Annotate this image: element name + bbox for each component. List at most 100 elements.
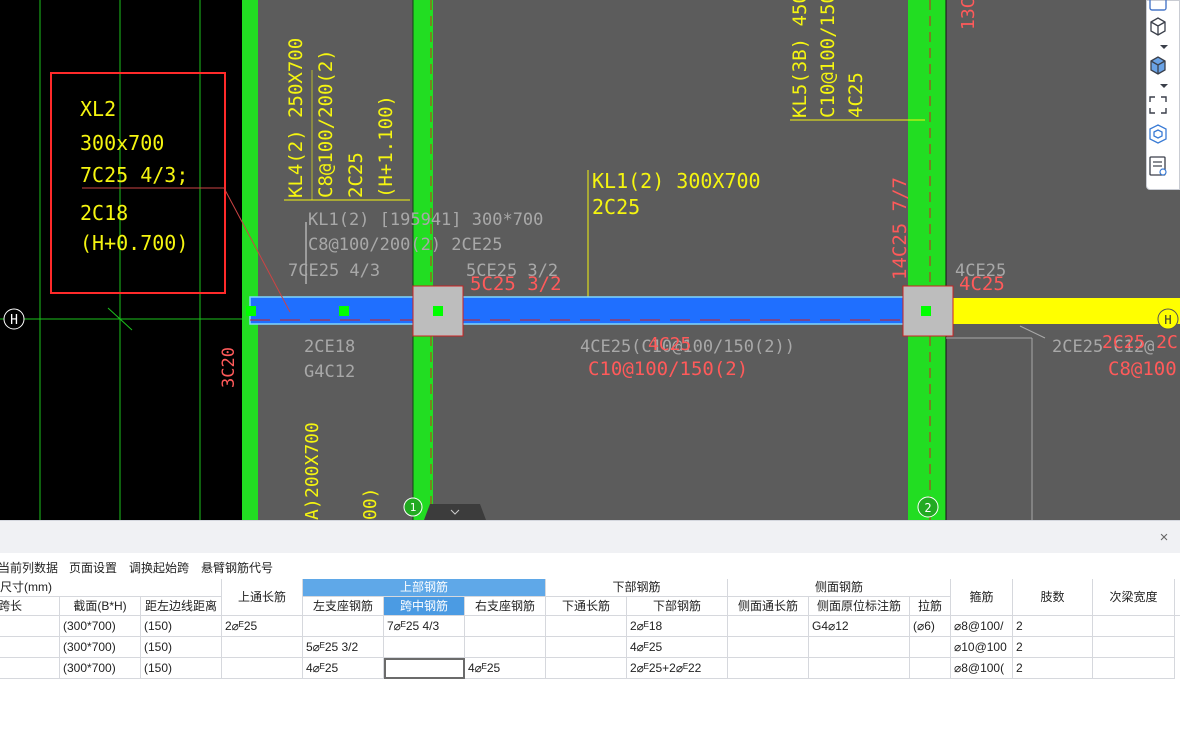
table-cell-mid-span[interactable] — [384, 658, 465, 679]
table-cell-stirrup[interactable]: ⌀10@100 — [951, 637, 1013, 658]
axis-bubble-h-right[interactable]: H — [1157, 308, 1179, 330]
table-cell-secondary[interactable] — [1093, 637, 1175, 658]
table-cell-side-through[interactable] — [728, 637, 809, 658]
header-stirrup[interactable]: 箍筋 — [951, 579, 1013, 616]
header-mid-span[interactable]: 跨中钢筋 — [384, 597, 465, 616]
cad-canvas[interactable]: H H 1 2 XL2 300x700 7C25 4/3; 2C18 (H+0.… — [0, 0, 1180, 520]
header-bottom-bars[interactable]: 下部钢筋 — [627, 597, 728, 616]
chevron-down-icon[interactable] — [1160, 45, 1168, 49]
header-top-rebar[interactable]: 上部钢筋 — [303, 579, 546, 597]
3d-view-icon[interactable] — [1147, 0, 1169, 15]
cube-outline-icon[interactable] — [1147, 15, 1169, 37]
table-cell-bottom-through[interactable] — [546, 637, 627, 658]
label-partial: 00) — [360, 487, 381, 520]
header-bottom-through[interactable]: 下通长筋 — [546, 597, 627, 616]
column-axis-1[interactable] — [413, 0, 433, 520]
table-cell-span[interactable] — [0, 637, 60, 658]
table-cell-side-original[interactable] — [809, 637, 910, 658]
table-cell-tie[interactable] — [910, 637, 951, 658]
grip-point[interactable] — [433, 306, 443, 316]
label-c10-red: C10@100/150(2) — [588, 358, 748, 380]
label-7ce25: 7CE25 4/3 — [288, 261, 380, 281]
header-tie[interactable]: 拉筋 — [910, 597, 951, 616]
header-legs[interactable]: 肢数 — [1013, 579, 1093, 616]
header-bottom-rebar[interactable]: 下部钢筋 — [546, 579, 728, 597]
table-cell-legs[interactable]: 2 — [1013, 658, 1093, 679]
table-cell-top-through[interactable]: 2⌀ᴱ25 — [222, 616, 303, 637]
cube-solid-icon[interactable] — [1147, 54, 1169, 76]
fit-view-icon[interactable] — [1147, 94, 1169, 116]
axis-2-label: 2 — [924, 501, 931, 515]
header-span-length[interactable]: 跨长 — [0, 597, 60, 616]
table-cell-span[interactable] — [0, 658, 60, 679]
table-cell-right-support[interactable] — [465, 637, 546, 658]
grip-point[interactable] — [246, 306, 256, 316]
table-cell-right-support[interactable]: 4⌀ᴱ25 — [465, 658, 546, 679]
column-left[interactable] — [242, 0, 258, 520]
table-cell-right-support[interactable] — [465, 616, 546, 637]
table-cell-bottom-bars[interactable]: 2⌀ᴱ25+2⌀ᴱ22 — [627, 658, 728, 679]
table-cell-bottom-bars[interactable]: 4⌀ᴱ25 — [627, 637, 728, 658]
table-cell-side-through[interactable] — [728, 658, 809, 679]
table-cell-side-through[interactable] — [728, 616, 809, 637]
header-right-support[interactable]: 右支座钢筋 — [465, 597, 546, 616]
label-5c25-red: 5C25 3/2 — [470, 273, 562, 295]
table-cell-secondary[interactable] — [1093, 658, 1175, 679]
header-side-through[interactable]: 侧面通长筋 — [728, 597, 809, 616]
label-c8-red-right: C8@100(2 — [1108, 358, 1180, 380]
header-top-through[interactable]: 上通长筋 — [222, 579, 303, 616]
table-cell-edge[interactable]: (150) — [141, 637, 222, 658]
grip-point[interactable] — [921, 306, 931, 316]
table-cell-mid-span[interactable]: 7⌀ᴱ25 4/3 — [384, 616, 465, 637]
table-cell-left-support[interactable]: 4⌀ᴱ25 — [303, 658, 384, 679]
header-side-rebar[interactable]: 侧面钢筋 — [728, 579, 951, 597]
axis-bubble-1[interactable]: 1 — [403, 497, 423, 517]
column-axis-2[interactable] — [908, 0, 946, 520]
table-cell-legs[interactable]: 2 — [1013, 637, 1093, 658]
table-cell-bottom-through[interactable] — [546, 616, 627, 637]
cad-drawing-viewport[interactable]: H H 1 2 XL2 300x700 7C25 4/3; 2C18 (H+0.… — [0, 0, 1180, 520]
table-cell-left-support[interactable]: 5⌀ᴱ25 3/2 — [303, 637, 384, 658]
axis-bubble-2[interactable]: 2 — [917, 496, 939, 518]
table-cell-tie[interactable] — [910, 658, 951, 679]
table-cell-section[interactable]: (300*700) — [60, 658, 141, 679]
table-cell-tie[interactable]: (⌀6) — [910, 616, 951, 637]
menu-page-setup[interactable]: 页面设置 — [69, 559, 117, 576]
table-cell-side-original[interactable]: G4⌀12 — [809, 616, 910, 637]
table-cell-section[interactable]: (300*700) — [60, 616, 141, 637]
axis-bubble-h[interactable]: H — [3, 308, 25, 330]
table-cell-top-through[interactable] — [222, 637, 303, 658]
kl5-line: KL5(3B) 450X — [789, 0, 811, 118]
table-cell-mid-span[interactable] — [384, 637, 465, 658]
table-cell-stirrup[interactable]: ⌀8@100/ — [951, 616, 1013, 637]
beam-yellow-right[interactable] — [930, 298, 1180, 324]
chevron-down-icon[interactable] — [1160, 84, 1168, 88]
collapse-panel-tab[interactable] — [424, 504, 486, 520]
table-cell-left-support[interactable] — [303, 616, 384, 637]
header-edge-distance[interactable]: 距左边线距离 — [141, 597, 222, 616]
table-cell-bottom-through[interactable] — [546, 658, 627, 679]
property-list-icon[interactable] — [1147, 155, 1169, 177]
table-cell-legs[interactable]: 2 — [1013, 616, 1093, 637]
table-cell-span[interactable] — [0, 616, 60, 637]
menu-current-column-data[interactable]: 当前列数据 — [0, 559, 58, 576]
header-side-original[interactable]: 侧面原位标注筋 — [809, 597, 910, 616]
table-cell-section[interactable]: (300*700) — [60, 637, 141, 658]
table-cell-secondary[interactable] — [1093, 616, 1175, 637]
header-secondary-width[interactable]: 次梁宽度 — [1093, 579, 1175, 616]
table-cell-edge[interactable]: (150) — [141, 616, 222, 637]
table-cell-stirrup[interactable]: ⌀8@100( — [951, 658, 1013, 679]
header-section[interactable]: 截面(B*H) — [60, 597, 141, 616]
header-left-support[interactable]: 左支座钢筋 — [303, 597, 384, 616]
table-cell-top-through[interactable] — [222, 658, 303, 679]
menu-swap-start-span[interactable]: 调换起始跨 — [129, 559, 189, 576]
table-cell-edge[interactable]: (150) — [141, 658, 222, 679]
panel-menubar: 当前列数据 页面设置 调换起始跨 悬臂钢筋代号 — [0, 553, 1180, 579]
layer-cube-icon[interactable] — [1147, 123, 1169, 145]
close-button[interactable]: × — [1156, 530, 1172, 546]
grip-point[interactable] — [339, 306, 349, 316]
label-200x700: 200X700 — [302, 422, 323, 498]
table-cell-bottom-bars[interactable]: 2⌀ᴱ18 — [627, 616, 728, 637]
table-cell-side-original[interactable] — [809, 658, 910, 679]
menu-cantilever-code[interactable]: 悬臂钢筋代号 — [201, 559, 273, 576]
